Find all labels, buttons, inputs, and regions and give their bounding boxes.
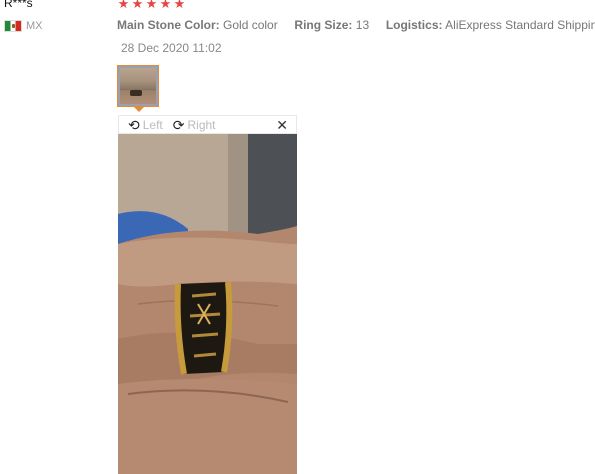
image-viewer-toolbar: ⟲ Left ⟳ Right ✕: [118, 115, 297, 134]
rotate-right-button[interactable]: ⟳ Right: [173, 118, 216, 132]
thumbnail-image: [120, 68, 156, 104]
rotate-right-icon: ⟳: [172, 116, 185, 133]
rotate-left-label: Left: [142, 117, 163, 132]
star-icon: ★: [159, 0, 172, 11]
attr-value-stone-color: Gold color: [223, 18, 278, 32]
rotate-right-label: Right: [187, 117, 216, 132]
review-photo-enlarged: [118, 134, 297, 474]
star-rating: ★ ★ ★ ★ ★: [117, 0, 186, 10]
star-icon: ★: [145, 0, 158, 11]
mexico-flag-icon: [4, 20, 22, 32]
country-code: MX: [26, 20, 43, 32]
star-icon: ★: [173, 0, 186, 11]
attr-key-stone-color: Main Stone Color:: [117, 18, 220, 32]
product-attributes: Main Stone Color: Gold color Ring Size: …: [117, 18, 595, 32]
review-photo-thumbnail[interactable]: [117, 65, 159, 107]
ring-on-finger-photo: [118, 134, 297, 474]
rotate-left-icon: ⟲: [128, 116, 140, 133]
reviewer-country: MX: [4, 20, 43, 32]
rotate-left-button[interactable]: ⟲ Left: [128, 118, 163, 132]
close-icon[interactable]: ✕: [276, 118, 288, 132]
attr-key-ring-size: Ring Size:: [294, 18, 353, 32]
star-icon: ★: [117, 0, 130, 11]
thumbnail-selected-caret: [134, 107, 144, 112]
review-date: 28 Dec 2020 11:02: [121, 41, 222, 55]
attr-key-logistics: Logistics:: [385, 18, 443, 32]
star-icon: ★: [131, 0, 144, 11]
attr-value-logistics: AliExpress Standard Shipping: [445, 18, 595, 32]
reviewer-name: R***s: [4, 0, 33, 10]
attr-value-ring-size: 13: [355, 18, 370, 32]
